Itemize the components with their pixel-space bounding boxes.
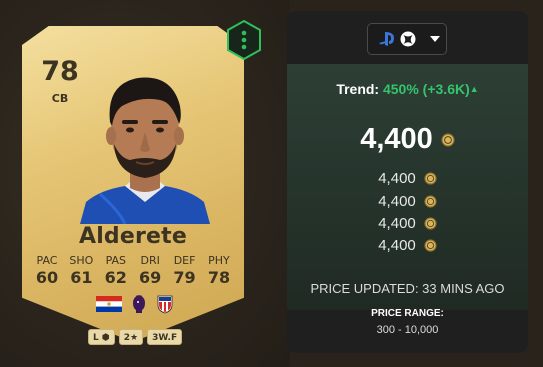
player-name: Alderete (78, 224, 188, 249)
stat-pac: PAC 60 (30, 254, 64, 287)
stat-label: PAC (36, 254, 58, 267)
stat-value: 69 (139, 268, 162, 287)
stat-value: 60 (35, 268, 59, 287)
card-rating: 78 (41, 56, 79, 87)
xbox-icon (400, 31, 416, 47)
stat-value: 79 (173, 268, 196, 287)
price-value: 4,400 (378, 215, 416, 232)
price-range-label: PRICE RANGE: (371, 308, 444, 319)
card-badges (90, 292, 180, 316)
boot-icon: ⬢ (98, 333, 110, 343)
card-stats: PAC 60 SHO 61 PAS 62 DRI 69 DEF 79 PHY 7… (30, 254, 236, 287)
price-row: 4,400 (287, 215, 528, 232)
main-price: 4,400 (287, 123, 528, 156)
price-value: 4,400 (378, 237, 416, 254)
paraguay-flag-icon (96, 296, 122, 312)
vertical-dots-icon[interactable] (226, 20, 262, 60)
coin-icon (441, 132, 455, 147)
price-row: 4,400 (287, 237, 528, 254)
stat-sho: SHO 61 (64, 254, 98, 287)
stat-label: DRI (140, 254, 160, 267)
coin-icon (424, 217, 437, 230)
price-panel-body (287, 64, 528, 310)
card-position: CB (51, 92, 69, 105)
stat-value: 61 (70, 268, 93, 287)
preferred-foot-chip: L ⬢ (88, 329, 115, 345)
price-value: 4,400 (378, 170, 416, 187)
premier-league-icon (133, 295, 145, 313)
stat-value: 78 (207, 268, 231, 287)
coin-icon (424, 239, 437, 252)
skill-moves-chip: 2★ (118, 329, 144, 345)
weak-foot-chip: 3W.F (147, 329, 183, 345)
stat-pas: PAS 62 (99, 254, 133, 287)
coin-icon (424, 172, 437, 185)
main-price-value: 4,400 (360, 123, 433, 155)
trend-up-icon: ▲ (469, 84, 479, 94)
trend-label: Trend: (336, 81, 380, 97)
stat-label: PHY (208, 254, 230, 267)
chevron-down-icon (430, 36, 440, 42)
stat-label: SHO (69, 254, 94, 267)
card-chips: L ⬢ 2★ 3W.F (88, 329, 183, 345)
price-range-value: 300 - 10,000 (376, 324, 439, 336)
stat-def: DEF 79 (168, 254, 202, 287)
price-panel: Trend: 450% (+3.6K)▲ 4,400 4,400 4,400 4… (287, 11, 528, 353)
stat-dri: DRI 69 (133, 254, 167, 287)
coin-icon (424, 195, 437, 208)
price-updated-text: PRICE UPDATED: 33 MINS AGO (310, 281, 505, 296)
price-value: 4,400 (378, 193, 416, 210)
price-row: 4,400 (287, 170, 528, 187)
stat-value: 62 (104, 268, 127, 287)
sunderland-crest-icon (157, 295, 173, 314)
stat-label: PAS (105, 254, 126, 267)
trend-value: 450% (+3.6K) (382, 81, 470, 97)
player-portrait (80, 77, 210, 224)
stat-phy: PHY 78 (202, 254, 236, 287)
price-row: 4,400 (287, 193, 528, 210)
stat-label: DEF (173, 254, 196, 267)
trend-line: Trend: 450% (+3.6K)▲ (287, 81, 528, 97)
platform-dropdown[interactable] (367, 23, 447, 55)
playstation-icon (379, 32, 394, 46)
